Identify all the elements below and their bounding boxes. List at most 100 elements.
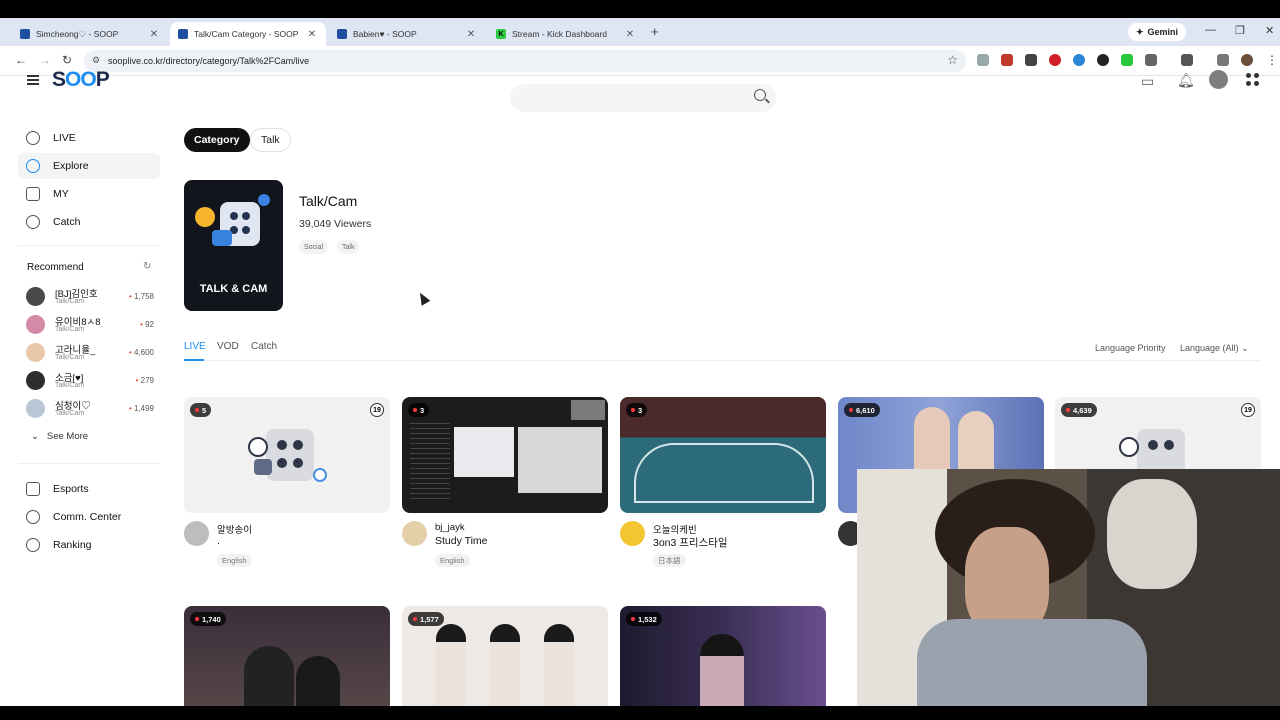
stream-thumbnail[interactable]: 1,577	[402, 606, 608, 706]
tab-catch[interactable]: Catch	[251, 341, 277, 352]
apps-grid-icon[interactable]	[1246, 73, 1260, 87]
streamer-figure	[700, 634, 744, 706]
category-thumbnail: TALK & CAM	[184, 180, 283, 311]
sidebar-item-label: Explore	[53, 160, 89, 172]
see-more-button[interactable]: ⌄ See More	[31, 431, 88, 442]
back-icon[interactable]: ←	[15, 53, 27, 67]
extension-icon[interactable]	[977, 54, 989, 66]
language-priority-toggle[interactable]: Language Priority	[1095, 343, 1166, 353]
logo-s: S	[52, 68, 66, 91]
soop-favicon-icon	[20, 29, 30, 39]
extension-icon[interactable]	[1073, 54, 1085, 66]
language-tag[interactable]: English	[435, 554, 470, 567]
viewer-count: 1,499	[129, 404, 154, 413]
refresh-icon[interactable]: ↻	[143, 261, 151, 272]
browser-tab-2[interactable]: Talk/Cam Category - SOOP ✕	[170, 22, 326, 46]
gemini-button[interactable]: ✦ Gemini	[1128, 23, 1187, 41]
stream-thumbnail[interactable]: 1,532	[620, 606, 826, 706]
viewer-count: 1,758	[129, 292, 154, 301]
browser-tab-1[interactable]: Simcheong♡ - SOOP ✕	[12, 22, 168, 46]
address-bar[interactable]: ⚙ sooplive.co.kr/directory/category/Talk…	[84, 50, 966, 72]
sidebar-item-explore[interactable]: Explore	[18, 153, 160, 179]
tab-live[interactable]: LIVE	[184, 341, 206, 352]
reload-icon[interactable]: ↻	[62, 53, 72, 67]
sidebar-item-label: Ranking	[53, 539, 92, 551]
person-silhouette	[296, 656, 340, 706]
streamer-name[interactable]: bj_jayk	[435, 522, 465, 533]
streamer-avatar[interactable]	[184, 521, 209, 546]
stream-thumbnail[interactable]: 3	[402, 397, 608, 513]
sidebar-item-label: Catch	[53, 216, 81, 228]
bookmark-star-icon[interactable]: ☆	[947, 53, 958, 67]
site-info-icon[interactable]: ⚙	[92, 55, 100, 66]
sidebar-item-live[interactable]: LIVE	[18, 125, 160, 151]
soop-favicon-icon	[337, 29, 347, 39]
streamer-name[interactable]: 오늘의케빈	[653, 522, 697, 536]
search-input[interactable]	[510, 84, 776, 112]
more-menu-icon[interactable]: ⋮	[1266, 53, 1278, 67]
stream-title[interactable]: Study Time	[435, 535, 488, 547]
chevron-down-icon: ⌄	[1241, 343, 1249, 353]
hamburger-menu-icon[interactable]	[27, 75, 39, 85]
extension-icon[interactable]	[1025, 54, 1037, 66]
tab-vod[interactable]: VOD	[217, 341, 239, 352]
extension-icon[interactable]	[1121, 54, 1133, 66]
sidebar-item-my[interactable]: MY	[18, 181, 160, 207]
tab-title: Stream - Kick Dashboard	[512, 29, 607, 39]
new-tab-icon[interactable]: +	[651, 24, 659, 39]
court-lines	[634, 443, 814, 503]
tab-search-icon[interactable]	[1181, 54, 1193, 66]
search-icon[interactable]	[754, 89, 766, 101]
category-tag[interactable]: Talk	[337, 240, 360, 254]
sidebar-item-label: MY	[53, 188, 69, 200]
puzzle-icon[interactable]	[1145, 54, 1157, 66]
sidebar-item-ranking[interactable]: Ranking	[18, 532, 160, 558]
tab-divider	[184, 360, 1261, 361]
broadcast-icon[interactable]: ▭	[1141, 73, 1154, 90]
kick-favicon-icon: K	[496, 29, 506, 39]
live-icon	[26, 131, 40, 145]
close-tab-icon[interactable]: ✕	[624, 29, 636, 40]
restore-icon[interactable]: ❐	[1235, 24, 1245, 37]
stream-title[interactable]: .	[217, 535, 220, 547]
recommend-item[interactable]: 심청이♡Talk/Cam1,499	[26, 397, 154, 421]
streamer-name[interactable]: 알방송이	[217, 522, 252, 536]
browser-tab-3[interactable]: Babien♥ - SOOP ✕	[329, 22, 485, 46]
streamer-avatar[interactable]	[620, 521, 645, 546]
recommend-item[interactable]: 소금[♥]Talk/Cam279	[26, 369, 154, 393]
close-tab-icon[interactable]: ✕	[306, 29, 318, 40]
recommend-item[interactable]: 고라니율_Talk/Cam4,600	[26, 341, 154, 365]
category-tag[interactable]: Social	[299, 240, 329, 254]
minimize-icon[interactable]: —	[1205, 24, 1216, 36]
stream-thumbnail[interactable]: 3	[620, 397, 826, 513]
sidebar-item-community[interactable]: Comm. Center	[18, 504, 160, 530]
close-window-icon[interactable]: ✕	[1265, 24, 1274, 37]
pill-category[interactable]: Category	[184, 128, 250, 152]
recommend-item[interactable]: [BJ]김인호Talk/Cam1,758	[26, 285, 154, 309]
profile-avatar[interactable]	[1241, 54, 1253, 66]
sidebar-item-esports[interactable]: Esports	[18, 476, 160, 502]
language-tag[interactable]: English	[217, 554, 252, 567]
extension-icon[interactable]	[1049, 54, 1061, 66]
language-tag[interactable]: 日本語	[653, 554, 686, 567]
bell-icon[interactable]: 🔔︎	[1177, 72, 1195, 89]
forward-icon[interactable]: →	[39, 53, 51, 67]
soop-logo[interactable]: SOOP	[52, 68, 110, 92]
stream-title[interactable]: 3on3 프리스타일	[653, 535, 728, 550]
streamer-avatar[interactable]	[402, 521, 427, 546]
media-icon[interactable]	[1217, 54, 1229, 66]
extension-icon[interactable]	[1097, 54, 1109, 66]
dancer-figure	[544, 624, 574, 706]
pill-talk[interactable]: Talk	[250, 128, 291, 152]
recommend-item[interactable]: 유이비8ㅅ8Talk/Cam92	[26, 313, 154, 337]
user-avatar[interactable]	[1209, 70, 1228, 89]
stream-thumbnail[interactable]: 5 19	[184, 397, 390, 513]
close-tab-icon[interactable]: ✕	[148, 29, 160, 40]
stream-thumbnail[interactable]: 1,740	[184, 606, 390, 706]
sidebar-item-catch[interactable]: Catch	[18, 209, 160, 235]
extension-icon[interactable]	[1001, 54, 1013, 66]
chart-window	[454, 427, 514, 477]
browser-tab-4[interactable]: K Stream - Kick Dashboard ✕	[488, 22, 644, 46]
close-tab-icon[interactable]: ✕	[465, 29, 477, 40]
language-select[interactable]: Language (All) ⌄	[1180, 343, 1249, 354]
